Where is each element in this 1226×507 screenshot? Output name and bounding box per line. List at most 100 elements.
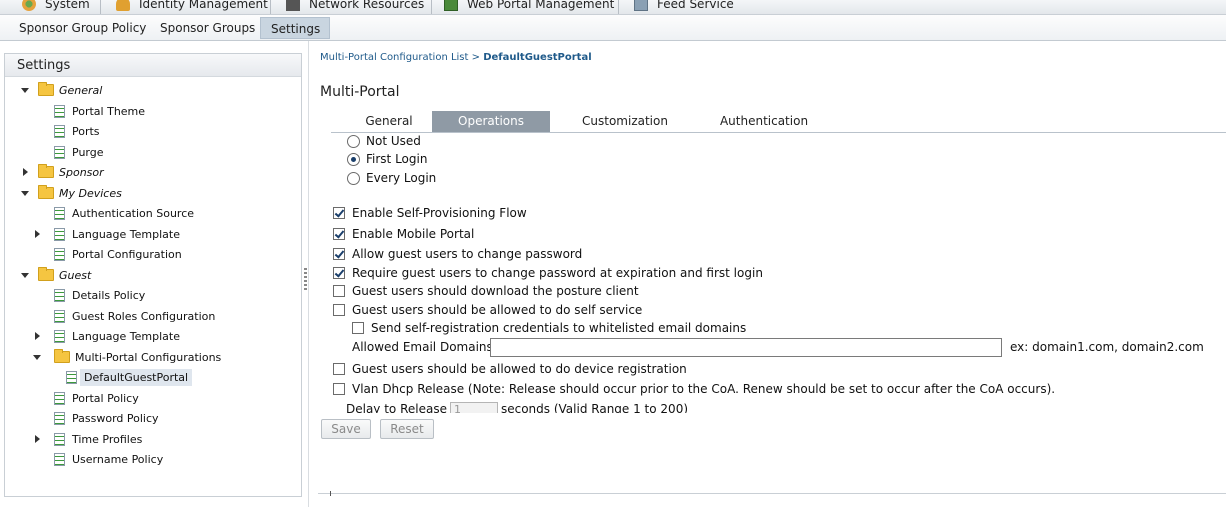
settings-page-icon — [54, 432, 65, 446]
breadcrumb-current: DefaultGuestPortal — [483, 52, 592, 63]
tab-customization[interactable]: Customization — [567, 111, 683, 132]
checkbox[interactable] — [352, 322, 364, 334]
page-title: Multi-Portal — [320, 84, 400, 100]
checkbox[interactable] — [333, 228, 345, 240]
settings-page-icon — [54, 391, 65, 405]
tree-item-multi-portal-configurations[interactable]: Multi-Portal Configurations — [54, 347, 221, 367]
reset-button[interactable]: Reset — [380, 419, 434, 439]
tree-folder-my-devices[interactable]: My Devices — [38, 183, 122, 203]
checkbox[interactable] — [333, 363, 345, 375]
checkbox[interactable] — [333, 207, 345, 219]
radio-first-login[interactable]: First Login — [347, 152, 427, 166]
settings-page-icon — [54, 309, 65, 323]
folder-icon — [38, 82, 54, 96]
web-portal-icon — [444, 0, 458, 11]
radio-every-login[interactable]: Every Login — [347, 171, 436, 185]
checkbox[interactable] — [333, 383, 345, 395]
sub-navigation: Sponsor Group Policy Sponsor Groups Sett… — [0, 15, 1226, 41]
radio-button[interactable] — [347, 152, 360, 166]
top-menu-bar: System Identity Management Network Resou… — [0, 0, 1226, 15]
identity-icon — [116, 0, 130, 11]
tree-item-portal-policy[interactable]: Portal Policy — [54, 388, 139, 408]
tab-operations[interactable]: Operations — [432, 111, 550, 132]
panel-splitter-handle[interactable] — [304, 268, 307, 292]
checkbox-allow-device-registration[interactable]: Guest users should be allowed to do devi… — [333, 362, 687, 376]
checkbox-enable-self-provisioning[interactable]: Enable Self-Provisioning Flow — [333, 206, 527, 220]
settings-page-icon — [54, 452, 65, 466]
top-menu-network-resources[interactable]: Network Resources — [286, 0, 424, 14]
expand-my-devices-toggle[interactable] — [21, 191, 29, 196]
tree-item-portal-configuration[interactable]: Portal Configuration — [54, 244, 182, 264]
feed-icon — [634, 0, 648, 11]
tree-item-language-template-guest[interactable]: Language Template — [54, 326, 180, 346]
delay-to-release-input[interactable] — [449, 402, 498, 413]
delay-to-release-label: Delay to Release — [346, 402, 447, 413]
allowed-email-domains-hint: ex: domain1.com, domain2.com — [1010, 340, 1204, 354]
checkbox-require-change-password[interactable]: Require guest users to change password a… — [333, 266, 763, 280]
checkbox-allow-change-password[interactable]: Allow guest users to change password — [333, 247, 582, 261]
expand-sponsor-toggle[interactable] — [23, 168, 28, 176]
expand-language-template-guest-toggle[interactable] — [35, 332, 40, 340]
tree-item-language-template-devices[interactable]: Language Template — [54, 224, 180, 244]
tree-item-details-policy[interactable]: Details Policy — [54, 285, 145, 305]
breadcrumb: Multi-Portal Configuration List > Defaul… — [320, 52, 592, 63]
tab-strip: General Operations Customization Authent… — [331, 111, 1226, 133]
checkbox[interactable] — [333, 267, 345, 279]
delay-to-release-row: Delay to Release seconds (Valid Range 1 … — [346, 402, 688, 413]
top-menu-system[interactable]: System — [22, 0, 90, 14]
checkbox-download-posture-client[interactable]: Guest users should download the posture … — [333, 284, 639, 298]
tree-item-ports[interactable]: Ports — [54, 121, 100, 141]
allowed-email-domains-label: Allowed Email Domains: — [352, 340, 497, 354]
tab-authentication[interactable]: Authentication — [709, 111, 819, 132]
radio-button[interactable] — [347, 134, 360, 148]
settings-page-icon — [54, 329, 65, 343]
checkbox-enable-mobile-portal[interactable]: Enable Mobile Portal — [333, 227, 474, 241]
tree-item-purge[interactable]: Purge — [54, 142, 104, 162]
settings-page-icon — [54, 145, 65, 159]
settings-page-icon — [54, 104, 65, 118]
expand-general-toggle[interactable] — [21, 88, 29, 93]
top-menu-web-portal-management[interactable]: Web Portal Management — [444, 0, 614, 14]
checkbox-vlan-dhcp-release[interactable]: Vlan Dhcp Release (Note: Release should … — [333, 382, 1055, 396]
checkbox[interactable] — [333, 304, 345, 316]
tree-item-username-policy[interactable]: Username Policy — [54, 449, 163, 469]
network-icon — [286, 0, 300, 11]
subnav-sponsor-group-policy[interactable]: Sponsor Group Policy — [9, 17, 156, 39]
settings-page-icon — [54, 124, 65, 138]
folder-icon — [54, 349, 70, 363]
radio-not-used[interactable]: Not Used — [347, 134, 421, 148]
settings-page-icon — [54, 247, 65, 261]
tree-item-password-policy[interactable]: Password Policy — [54, 408, 159, 428]
tree-item-guest-roles-configuration[interactable]: Guest Roles Configuration — [54, 306, 215, 326]
radio-button[interactable] — [347, 171, 360, 185]
expand-multi-portal-toggle[interactable] — [33, 355, 41, 360]
tree-item-authentication-source[interactable]: Authentication Source — [54, 203, 194, 223]
tree-item-portal-theme[interactable]: Portal Theme — [54, 101, 145, 121]
top-menu-feed-service[interactable]: Feed Service — [634, 0, 734, 14]
allowed-email-domains-input[interactable] — [490, 338, 1002, 357]
tab-general[interactable]: General — [353, 111, 425, 132]
folder-icon — [38, 267, 54, 281]
tree-item-time-profiles[interactable]: Time Profiles — [54, 429, 142, 449]
subnav-sponsor-groups[interactable]: Sponsor Groups — [150, 17, 265, 39]
settings-page-icon — [54, 227, 65, 241]
tree-folder-sponsor[interactable]: Sponsor — [38, 162, 104, 182]
save-button[interactable]: Save — [321, 419, 371, 439]
folder-icon — [38, 164, 54, 178]
checkbox-allow-self-service[interactable]: Guest users should be allowed to do self… — [333, 303, 642, 317]
expand-language-template-toggle[interactable] — [35, 230, 40, 238]
tree-folder-general[interactable]: General — [38, 80, 102, 100]
expand-guest-toggle[interactable] — [21, 273, 29, 278]
checkbox[interactable] — [333, 285, 345, 297]
tree-item-default-guest-portal[interactable]: DefaultGuestPortal — [66, 367, 193, 387]
settings-tree-panel: Settings General Portal Theme Ports Purg… — [4, 53, 302, 497]
tree-folder-guest[interactable]: Guest — [38, 265, 91, 285]
scroll-marker — [330, 491, 331, 496]
breadcrumb-parent-link[interactable]: Multi-Portal Configuration List — [320, 52, 468, 63]
expand-time-profiles-toggle[interactable] — [35, 435, 40, 443]
subnav-settings[interactable]: Settings — [260, 17, 330, 39]
checkbox-send-self-registration-credentials[interactable]: Send self-registration credentials to wh… — [352, 321, 746, 335]
top-menu-identity-management[interactable]: Identity Management — [116, 0, 268, 14]
settings-page-icon — [54, 411, 65, 425]
checkbox[interactable] — [333, 248, 345, 260]
